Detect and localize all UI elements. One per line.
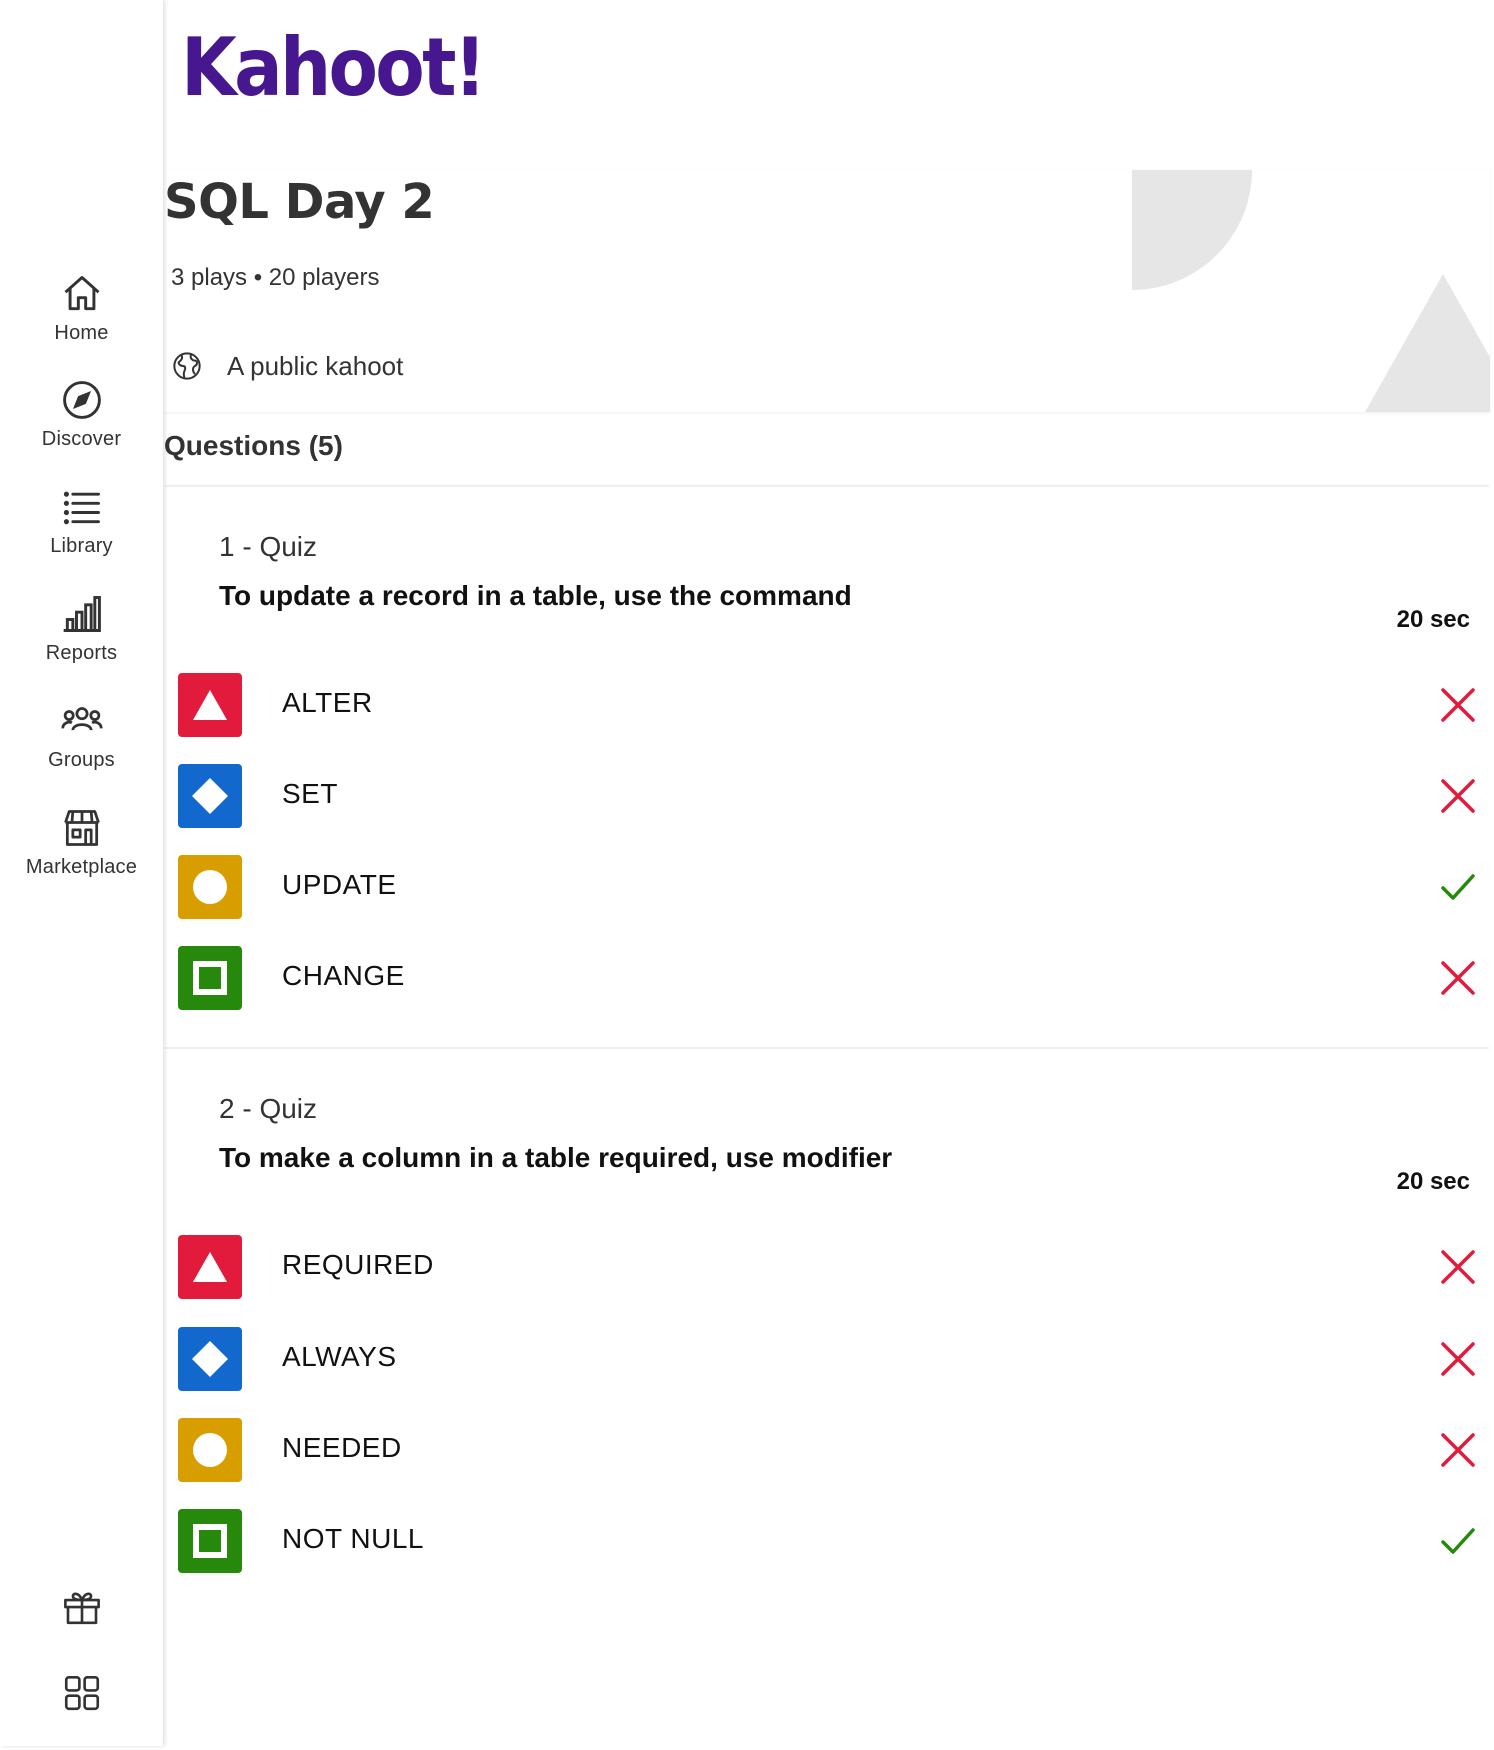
sidebar-item-home[interactable]: Home (0, 272, 163, 345)
answer-row: NEEDED (178, 1418, 1478, 1482)
answer-text: ALTER (282, 687, 373, 718)
gift-icon (63, 1592, 100, 1625)
divider (165, 1047, 1489, 1049)
list-icon (63, 491, 100, 525)
answer-row: UPDATE (178, 855, 1478, 919)
square-shape (178, 1509, 242, 1573)
diamond-shape (178, 1327, 242, 1391)
sidebar-item-label: Library (50, 535, 113, 557)
kahoot-logo[interactable]: Kahoot! (181, 28, 487, 108)
answer-row: REQUIRED (178, 1235, 1478, 1299)
triangle-shape (178, 1235, 242, 1299)
triangle-icon (193, 690, 227, 720)
correct-check-icon (1441, 874, 1475, 900)
visibility-indicator: A public kahoot (171, 350, 403, 382)
incorrect-icon (1441, 961, 1475, 995)
sidebar-item-label: Home (54, 322, 109, 344)
answer-row: SET (178, 764, 1478, 828)
answer-row: CHANGE (178, 946, 1478, 1010)
compass-icon (62, 381, 101, 419)
answer-text: NOT NULL (282, 1523, 424, 1554)
apps-grid-button[interactable] (0, 1672, 163, 1714)
answer-row: ALTER (178, 673, 1478, 737)
answer-row: ALWAYS (178, 1327, 1478, 1391)
sidebar-item-discover[interactable]: Discover (0, 378, 163, 451)
sidebar-item-library[interactable]: Library (0, 485, 163, 558)
sidebar-item-groups[interactable]: Groups (0, 699, 163, 772)
question-text: To update a record in a table, use the c… (219, 580, 852, 611)
store-icon (63, 810, 100, 846)
answer-text: UPDATE (282, 869, 397, 900)
answer-text: SET (282, 778, 338, 809)
answer-text: NEEDED (282, 1432, 402, 1463)
question-type: 1 - Quiz (219, 531, 318, 562)
question-time-limit: 20 sec (1396, 606, 1470, 633)
visibility-text: A public kahoot (227, 350, 404, 381)
question-type: 2 - Quiz (219, 1093, 318, 1124)
page-title: SQL Day 2 (164, 174, 435, 230)
sidebar-item-label: Marketplace (25, 856, 138, 878)
sidebar-item-label: Reports (45, 642, 118, 664)
sidebar: Home Discover Library Reports Groups Mar… (0, 0, 163, 1746)
square-icon (193, 1524, 227, 1558)
sidebar-item-reports[interactable]: Reports (0, 592, 163, 665)
answer-row: NOT NULL (178, 1509, 1478, 1573)
triangle-shape (178, 673, 242, 737)
divider (165, 485, 1489, 487)
circle-icon (193, 1433, 227, 1467)
groups-icon (60, 707, 103, 731)
answer-text: REQUIRED (282, 1249, 434, 1280)
triangle-icon (193, 1252, 227, 1282)
incorrect-icon (1441, 1250, 1475, 1284)
incorrect-icon (1441, 688, 1475, 722)
sidebar-item-label: Discover (41, 428, 122, 450)
kahoot-stats: 3 plays • 20 players (171, 264, 380, 291)
gift-button[interactable] (0, 1586, 163, 1628)
circle-icon (193, 870, 227, 904)
sidebar-item-marketplace[interactable]: Marketplace (0, 806, 163, 879)
answer-text: CHANGE (282, 960, 405, 991)
sidebar-item-label: Groups (48, 749, 115, 771)
diamond-icon (192, 778, 228, 814)
question-time-limit: 20 sec (1396, 1168, 1470, 1195)
square-icon (193, 961, 227, 995)
incorrect-icon (1441, 1342, 1475, 1376)
incorrect-icon (1441, 779, 1475, 813)
diamond-shape (178, 764, 242, 828)
correct-check-icon (1441, 1528, 1475, 1554)
globe-icon (173, 352, 201, 380)
bar-chart-icon (63, 596, 101, 632)
question-text: To make a column in a table required, us… (219, 1142, 893, 1173)
incorrect-icon (1441, 1433, 1475, 1467)
apps-grid-icon (64, 1675, 99, 1711)
questions-heading: Questions (5) (164, 430, 343, 461)
kahoot-watermark: Kahoot! (1233, 270, 1412, 316)
answer-text: ALWAYS (282, 1341, 397, 1372)
diamond-icon (192, 1341, 228, 1377)
circle-shape (178, 1418, 242, 1482)
circle-shape (178, 855, 242, 919)
home-icon (64, 276, 99, 311)
square-shape (178, 946, 242, 1010)
